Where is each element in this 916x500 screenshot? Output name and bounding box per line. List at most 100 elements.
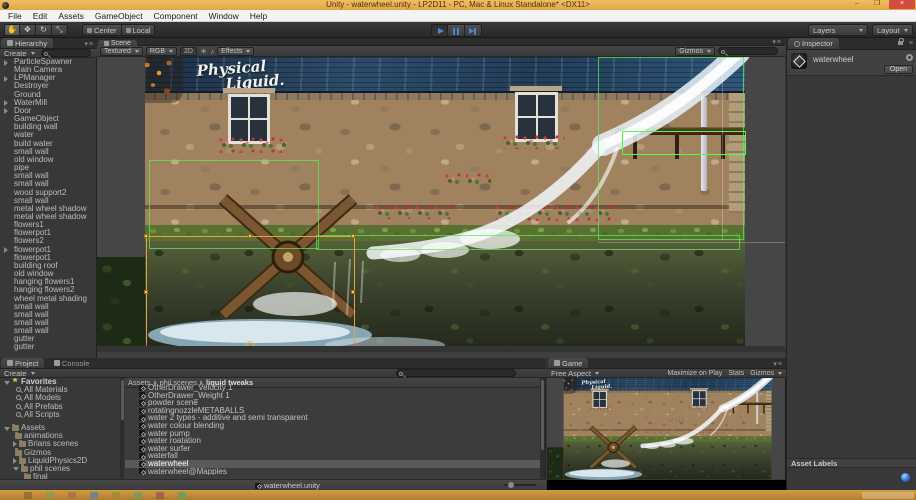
expand-arrow-icon[interactable] [4,100,8,106]
tab-console[interactable]: Console [48,358,96,368]
hierarchy-list: ParticleSpawner Main Camera LPManager De… [0,58,97,358]
menu-item[interactable]: GameObject [90,10,148,22]
project-create-button[interactable]: Create [0,369,39,378]
toggle-2d-button[interactable]: 2D [180,47,197,56]
scene-bottom-strip [97,346,785,352]
taskbar-icon[interactable] [178,492,186,499]
open-button[interactable]: Open [884,65,913,74]
stats-toggle[interactable]: Stats [728,370,744,377]
asset-item[interactable]: waterwheel@Mapples [125,468,540,475]
gizmo-handle[interactable] [144,234,148,238]
render-mode-dropdown[interactable]: RGB [146,47,177,56]
hierarchy-create-button[interactable]: Create [0,49,39,58]
step-button[interactable] [465,24,482,37]
expand-arrow-icon[interactable] [4,427,10,431]
panel-menu-icon[interactable]: ≡ [909,40,914,47]
maximize-on-play-toggle[interactable]: Maximize on Play [667,370,722,377]
expand-arrow-icon[interactable] [13,441,17,447]
panel-menu-icon[interactable]: ▾≡ [84,40,94,48]
menu-item[interactable]: File [3,10,27,22]
play-button[interactable] [431,24,448,37]
taskbar-icon[interactable] [90,492,98,499]
menu-item[interactable]: Assets [53,10,89,22]
scale-tool-button[interactable]: ⤡ [52,24,68,36]
expand-arrow-icon[interactable] [13,467,19,471]
layout-dropdown[interactable]: Layout [872,24,913,36]
rotate-tool-button[interactable]: ↻ [36,24,52,36]
hand-tool-button[interactable]: ✋ [4,24,20,36]
taskbar-icon[interactable] [46,492,54,499]
game-gizmos-dropdown[interactable]: Gizmos [750,370,782,377]
shading-mode-dropdown[interactable]: Textured [100,47,143,56]
icon-size-slider[interactable] [504,484,536,486]
tab-project[interactable]: Project [1,358,44,368]
system-tray[interactable] [862,492,914,499]
lock-icon[interactable] [898,41,903,45]
hierarchy-search-input[interactable] [41,49,91,57]
menu-item[interactable]: Window [204,10,244,22]
unity-logo-icon [791,53,807,69]
tree-item[interactable]: phil scenes [0,465,120,473]
taskbar-icon[interactable] [68,492,76,499]
tab-hierarchy[interactable]: Hierarchy [1,38,53,48]
expand-arrow-icon[interactable] [4,247,8,253]
expand-arrow-icon[interactable] [4,108,8,114]
pause-button[interactable] [448,24,465,37]
asset-list-column: Assetsphil scenesliquid tweaks OtherDraw… [125,378,540,479]
tab-game[interactable]: Game [548,358,588,368]
scene-viewport[interactable]: Physical Liquid. [97,57,785,352]
asset-item[interactable]: water surfer [125,445,540,453]
expand-arrow-icon[interactable] [4,381,10,385]
aspect-ratio-dropdown[interactable]: Free Aspect [547,369,603,378]
unity-scene-icon [139,446,145,452]
taskbar-icon[interactable] [112,492,120,499]
tree-scrollbar[interactable] [120,378,124,479]
tree-item[interactable]: All Scripts [0,411,120,419]
panel-menu-icon[interactable]: ▾≡ [772,38,782,46]
gizmo-handle[interactable] [248,234,252,238]
tab-inspector[interactable]: Inspector [788,38,839,49]
gizmo-handle[interactable] [144,290,148,294]
space-local-button[interactable]: Local [122,24,156,36]
unity-scene-icon [139,415,145,421]
pivot-center-button[interactable]: Center [82,24,122,36]
step-icon [469,28,474,34]
expand-arrow-icon[interactable] [13,458,17,464]
tree-item[interactable]: All Prefabs [0,403,120,411]
game-viewport[interactable]: Physical Liquid. [547,378,786,490]
title-bar[interactable]: Unity - waterwheel.unity - LP2D11 - PC, … [0,0,916,10]
menu-item[interactable]: Component [149,10,203,22]
expand-arrow-icon[interactable] [4,76,8,82]
layers-dropdown[interactable]: Layers [808,24,868,36]
selection-outline-green [622,131,746,155]
asset-label-sphere-icon[interactable] [901,473,910,482]
asset-list: OtherDrawer_Velocity 1 OtherDrawer_Weigh… [125,384,540,475]
panel-menu-icon[interactable]: ▾≡ [773,360,783,368]
effects-dropdown[interactable]: Effects [217,47,254,56]
move-tool-button[interactable]: ✥ [20,24,36,36]
gear-icon[interactable] [906,54,913,61]
taskbar-icon[interactable] [24,492,32,499]
scene-audio-icon[interactable]: ♪ [210,47,214,56]
menu-item[interactable]: Help [245,10,272,22]
expand-arrow-icon[interactable] [4,60,8,66]
close-button[interactable]: × [889,0,915,9]
gizmos-dropdown[interactable]: Gizmos [675,47,715,56]
hierarchy-item[interactable]: gutter [0,343,97,351]
taskbar-icon[interactable] [134,492,142,499]
chevron-down-icon [31,52,35,55]
minimize-button[interactable]: – [847,0,867,9]
tree-item[interactable]: Brians scenes [0,440,120,448]
asset-list-scrollbar[interactable] [540,378,545,479]
scene-lighting-icon[interactable]: ☀ [200,47,207,56]
unity-scene-icon [139,392,145,398]
unity-scene-icon [139,438,145,444]
project-search-input[interactable] [396,369,516,377]
scene-search-input[interactable] [718,47,778,55]
maximize-button[interactable]: ❒ [867,0,887,9]
taskbar-icon[interactable] [156,492,164,499]
rect-tool-gizmo[interactable] [146,236,355,349]
gizmo-handle[interactable] [351,290,355,294]
gizmo-handle[interactable] [351,234,355,238]
menu-item[interactable]: Edit [28,10,53,22]
